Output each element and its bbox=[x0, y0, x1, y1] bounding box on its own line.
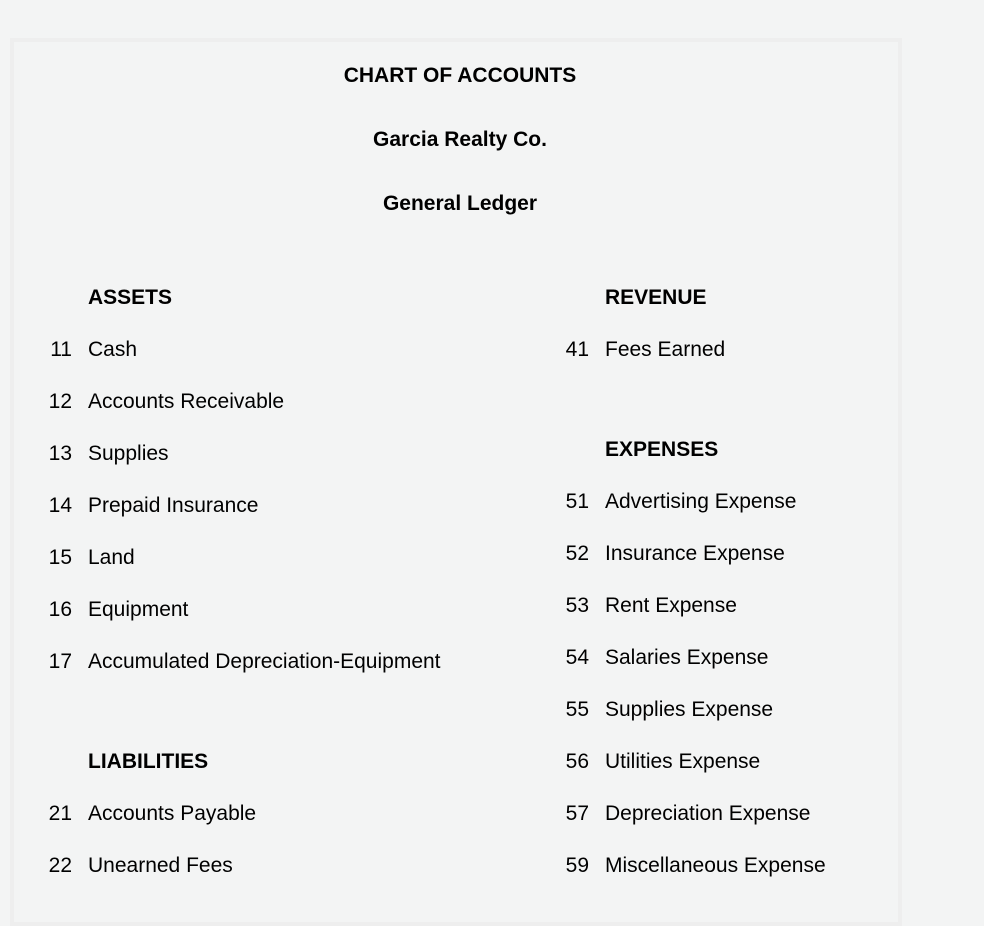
account-name: Miscellaneous Expense bbox=[605, 854, 826, 877]
account-name: Depreciation Expense bbox=[605, 802, 811, 825]
account-name: Accumulated Depreciation-Equipment bbox=[88, 650, 441, 673]
account-name: Unearned Fees bbox=[88, 854, 233, 877]
section-heading: LIABILITIES bbox=[88, 750, 209, 773]
page-title: CHART OF ACCOUNTS bbox=[343, 64, 577, 87]
account-number: 52 bbox=[565, 542, 589, 565]
account-number: 57 bbox=[565, 802, 589, 825]
account-name: Accounts Payable bbox=[88, 802, 257, 825]
account-name: Utilities Expense bbox=[605, 750, 761, 773]
company-name: Garcia Realty Co. bbox=[373, 128, 547, 151]
account-number: 55 bbox=[565, 698, 589, 721]
account-number: 51 bbox=[565, 490, 589, 513]
account-name: Supplies bbox=[88, 442, 169, 465]
account-name: Prepaid Insurance bbox=[88, 494, 259, 517]
account-name: Equipment bbox=[88, 598, 189, 621]
account-number: 16 bbox=[48, 598, 72, 621]
account-number: 41 bbox=[565, 338, 589, 361]
section-heading: REVENUE bbox=[605, 286, 707, 309]
account-number: 14 bbox=[48, 494, 72, 517]
account-name: Salaries Expense bbox=[605, 646, 769, 669]
section-heading: ASSETS bbox=[88, 286, 173, 309]
section-heading: EXPENSES bbox=[605, 438, 719, 461]
account-number: 53 bbox=[565, 594, 589, 617]
account-name: Fees Earned bbox=[605, 338, 726, 361]
account-name: Land bbox=[88, 546, 135, 569]
chart-of-accounts-panel: CHART OF ACCOUNTS Garcia Realty Co. Gene… bbox=[10, 38, 902, 926]
account-name: Accounts Receivable bbox=[88, 390, 285, 413]
account-number: 56 bbox=[565, 750, 589, 773]
account-number: 13 bbox=[48, 442, 72, 465]
account-number: 12 bbox=[48, 390, 72, 413]
account-name: Advertising Expense bbox=[605, 490, 797, 513]
account-name: Cash bbox=[88, 338, 138, 361]
account-number: 15 bbox=[48, 546, 72, 569]
account-number: 17 bbox=[48, 650, 72, 673]
ledger-title: General Ledger bbox=[382, 192, 538, 215]
account-number: 22 bbox=[48, 854, 72, 877]
account-name: Rent Expense bbox=[605, 594, 737, 617]
account-number: 21 bbox=[48, 802, 72, 825]
account-name: Insurance Expense bbox=[605, 542, 785, 565]
account-number: 54 bbox=[565, 646, 589, 669]
account-number: 11 bbox=[50, 338, 72, 361]
account-number: 59 bbox=[565, 854, 589, 877]
account-name: Supplies Expense bbox=[605, 698, 774, 721]
